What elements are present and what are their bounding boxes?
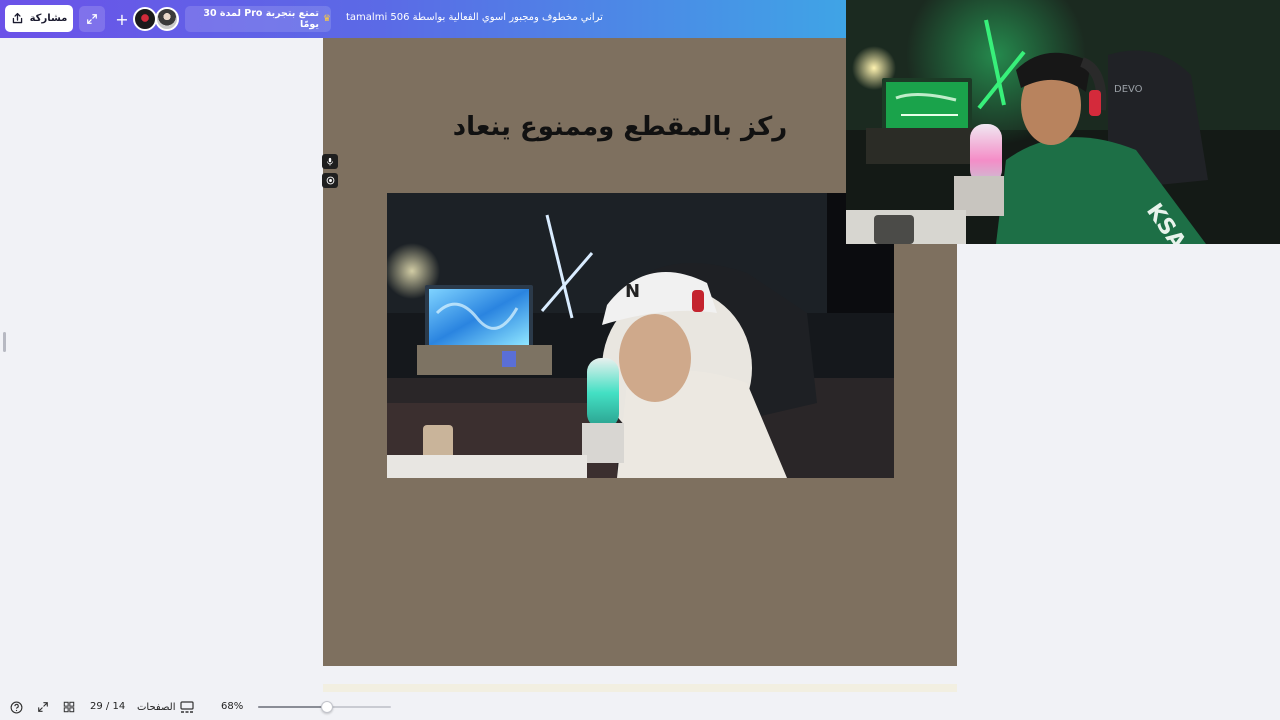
zoom-slider[interactable]	[258, 701, 391, 713]
svg-text:N: N	[625, 281, 640, 302]
webcam-image: DEVO KSA	[846, 0, 1280, 244]
chair-brand-text: DEVO	[1114, 84, 1143, 95]
microphone-icon	[327, 157, 333, 166]
add-collaborator-button[interactable]: +	[111, 6, 133, 32]
page-counter: 29 / 14	[90, 701, 126, 712]
fullscreen-icon	[38, 702, 48, 712]
share-button[interactable]: مشاركة	[5, 5, 73, 32]
grid-icon	[63, 701, 75, 713]
help-button[interactable]	[9, 700, 23, 714]
expand-icon	[87, 14, 97, 24]
record-tool-button[interactable]	[322, 173, 338, 188]
help-icon	[10, 701, 22, 713]
microphone-tool-button[interactable]	[322, 154, 338, 169]
fullscreen-button[interactable]	[36, 700, 50, 714]
pro-trial-label: تمتع بتجربة Pro لمدة 30 يومًا	[203, 8, 319, 30]
collaborator-avatar[interactable]	[155, 7, 179, 31]
crown-icon: ♛	[322, 14, 331, 24]
pages-button[interactable]: الصفحات	[137, 699, 195, 715]
share-icon	[12, 12, 22, 24]
document-title[interactable]: تراني مخطوف ومجبور اسوي الفعالية بواسطة …	[346, 12, 603, 23]
pages-icon	[180, 700, 195, 713]
pages-label: الصفحات	[137, 701, 176, 713]
plus-icon: +	[115, 9, 129, 29]
video-thumbnail-image: N	[387, 193, 894, 478]
webcam-overlay: DEVO KSA	[846, 0, 1280, 244]
next-page-preview[interactable]	[323, 684, 957, 692]
header-bar: مشاركة + ♛ تمتع بتجربة Pro لمدة 30 يومًا…	[0, 0, 846, 38]
collaborator-avatar[interactable]	[133, 7, 157, 31]
embedded-video[interactable]: N	[387, 193, 894, 478]
grid-view-button[interactable]	[62, 700, 76, 714]
panel-resize-handle[interactable]	[3, 332, 6, 352]
share-label: مشاركة	[29, 13, 68, 24]
zoom-level[interactable]: 68%	[221, 701, 243, 712]
footer-bar: 29 / 14 الصفحات 68%	[0, 694, 1280, 720]
pro-trial-button[interactable]: ♛ تمتع بتجربة Pro لمدة 30 يومًا	[185, 6, 331, 32]
page-heading[interactable]: ركز بالمقطع وممنوع ينعاد	[380, 112, 860, 142]
app-window: مشاركة + ♛ تمتع بتجربة Pro لمدة 30 يومًا…	[0, 0, 1280, 720]
expand-button[interactable]	[79, 6, 105, 32]
zoom-slider-fill	[258, 706, 328, 708]
target-icon	[326, 176, 334, 185]
